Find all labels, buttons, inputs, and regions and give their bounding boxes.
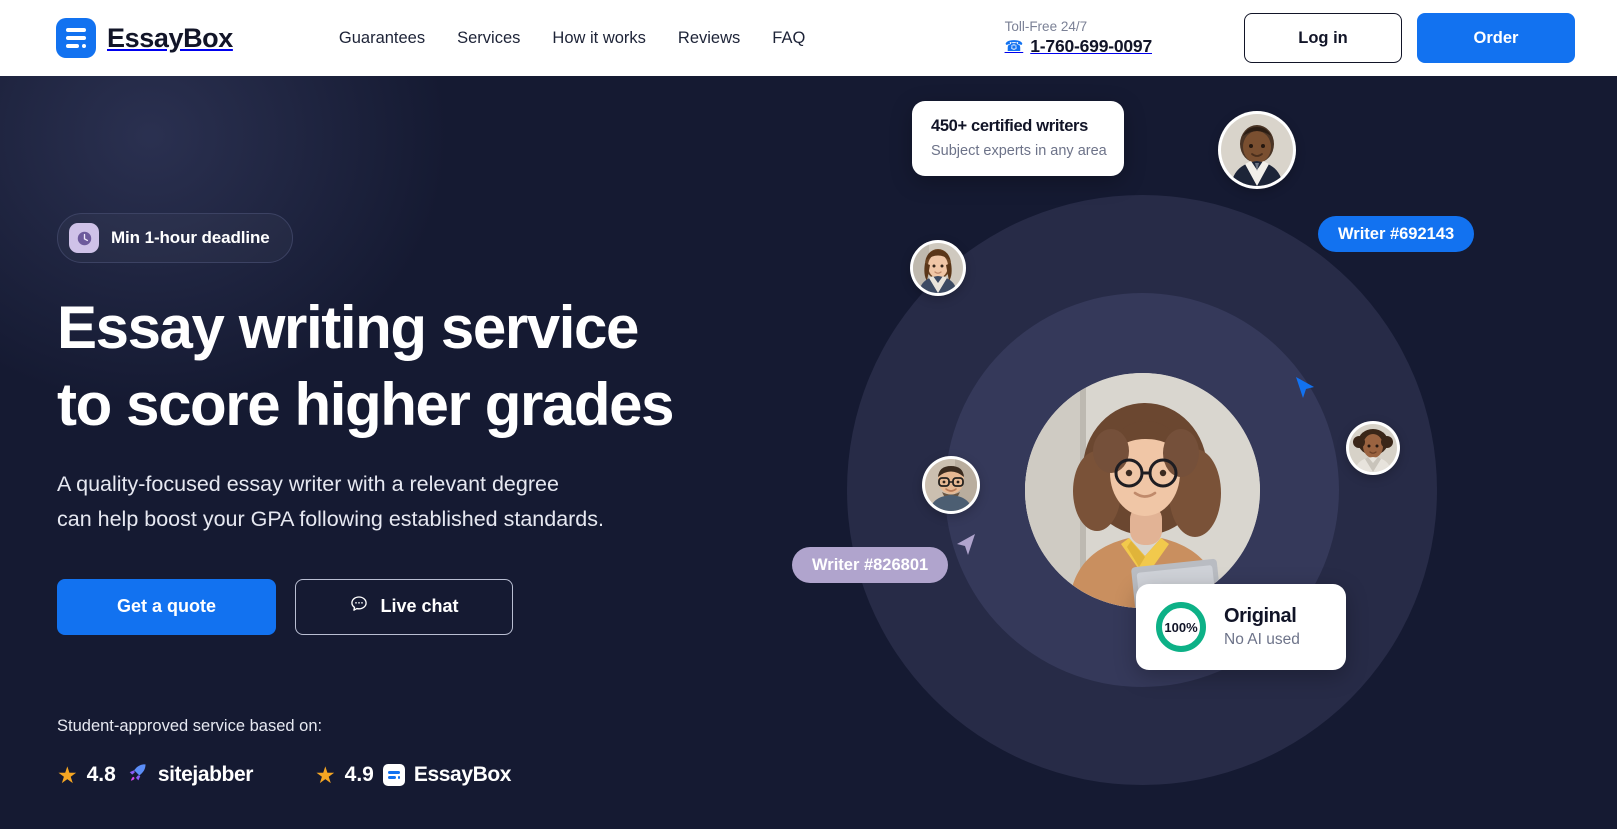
originality-title: Original [1224,605,1297,627]
nav-item-how-it-works[interactable]: How it works [552,29,646,48]
document-lines-icon [56,18,96,58]
header-actions: Log in Order [1244,13,1575,63]
brand-name: EssayBox [107,22,233,53]
hero-title-line-1: Essay writing service [57,294,639,361]
chat-bubble-icon [349,594,369,619]
brand-logo[interactable]: EssayBox [56,18,233,58]
avatar [1221,114,1293,186]
writer-tag-blue: Writer #692143 [1318,216,1475,252]
hero-section: Min 1-hour deadline Essay writing servic… [0,76,1617,829]
originality-donut-chart: 100% [1153,599,1209,655]
hero-illustration: 450+ certified writers Subject experts i… [770,76,1617,829]
rocket-icon [125,761,149,790]
page-title: Essay writing service to score higher gr… [57,289,797,444]
hero-cta-row: Get a quote Live chat [57,578,797,635]
toll-free-label: Toll-Free 24/7 [1004,19,1088,34]
essaybox-label: EssayBox [413,763,512,787]
phone-icon: ☎ [1004,38,1024,55]
star-icon: ★ [315,761,336,788]
phone-link[interactable]: ☎ 1-760-699-0097 [1004,36,1153,57]
site-header: EssayBox Guarantees Services How it work… [0,0,1617,76]
live-chat-label: Live chat [380,596,459,617]
originality-subtitle: No AI used [1224,631,1300,648]
main-nav: Guarantees Services How it works Reviews… [339,29,805,48]
order-button[interactable]: Order [1417,13,1575,63]
sitejabber-score: 4.8 [86,763,116,787]
writer-tag-purple: Writer #826801 [792,547,949,583]
trust-label: Student-approved service based on: [57,716,323,735]
originality-text: Original No AI used [1224,605,1300,649]
avatar-writer-4[interactable] [1346,421,1400,475]
trust-badges-row: ★ 4.8 sitejabber ★ 4.9 EssayBox [57,761,797,790]
trust-section: Student-approved service based on: ★ 4.8… [57,717,797,790]
certified-writers-card: 450+ certified writers Subject experts i… [912,101,1124,176]
contact-block: Toll-Free 24/7 ☎ 1-760-699-0097 [1004,19,1153,57]
get-a-quote-button[interactable]: Get a quote [57,578,276,635]
avatar-writer-3[interactable] [922,456,980,514]
sitejabber-label: sitejabber [157,763,254,787]
nav-item-faq[interactable]: FAQ [772,29,805,48]
hero-subtitle: A quality-focused essay writer with a re… [57,467,797,538]
nav-item-guarantees[interactable]: Guarantees [339,29,425,48]
avatar-writer-2[interactable] [910,240,966,296]
avatar [913,243,963,293]
login-button[interactable]: Log in [1244,13,1402,63]
trust-badge-essaybox[interactable]: ★ 4.9 EssayBox [315,763,511,787]
portrait-writer-main [1025,373,1260,608]
avatar [925,459,977,511]
document-lines-icon [382,764,405,787]
clock-icon [69,223,99,253]
essaybox-score: 4.9 [344,763,374,787]
deadline-badge-label: Min 1-hour deadline [111,228,270,247]
hero-subtitle-line-1: A quality-focused essay writer with a re… [57,471,559,496]
nav-item-services[interactable]: Services [457,29,520,48]
trust-badge-sitejabber[interactable]: ★ 4.8 sitejabber [57,761,253,790]
hero-title-line-2: to score higher grades [57,371,674,439]
hero-content: Min 1-hour deadline Essay writing servic… [57,76,797,790]
star-icon: ★ [57,761,78,788]
avatar [1349,424,1397,472]
hero-subtitle-line-2: can help boost your GPA following establ… [57,507,604,532]
certified-writers-subtitle: Subject experts in any area [931,143,1107,159]
originality-percent: 100% [1164,619,1198,635]
deadline-badge: Min 1-hour deadline [57,213,293,263]
originality-card: 100% Original No AI used [1136,584,1346,670]
certified-writers-title: 450+ certified writers [931,117,1088,135]
live-chat-button[interactable]: Live chat [295,578,513,635]
phone-number: 1-760-699-0097 [1030,36,1152,56]
avatar-writer-1[interactable] [1218,111,1296,189]
nav-item-reviews[interactable]: Reviews [678,29,740,48]
